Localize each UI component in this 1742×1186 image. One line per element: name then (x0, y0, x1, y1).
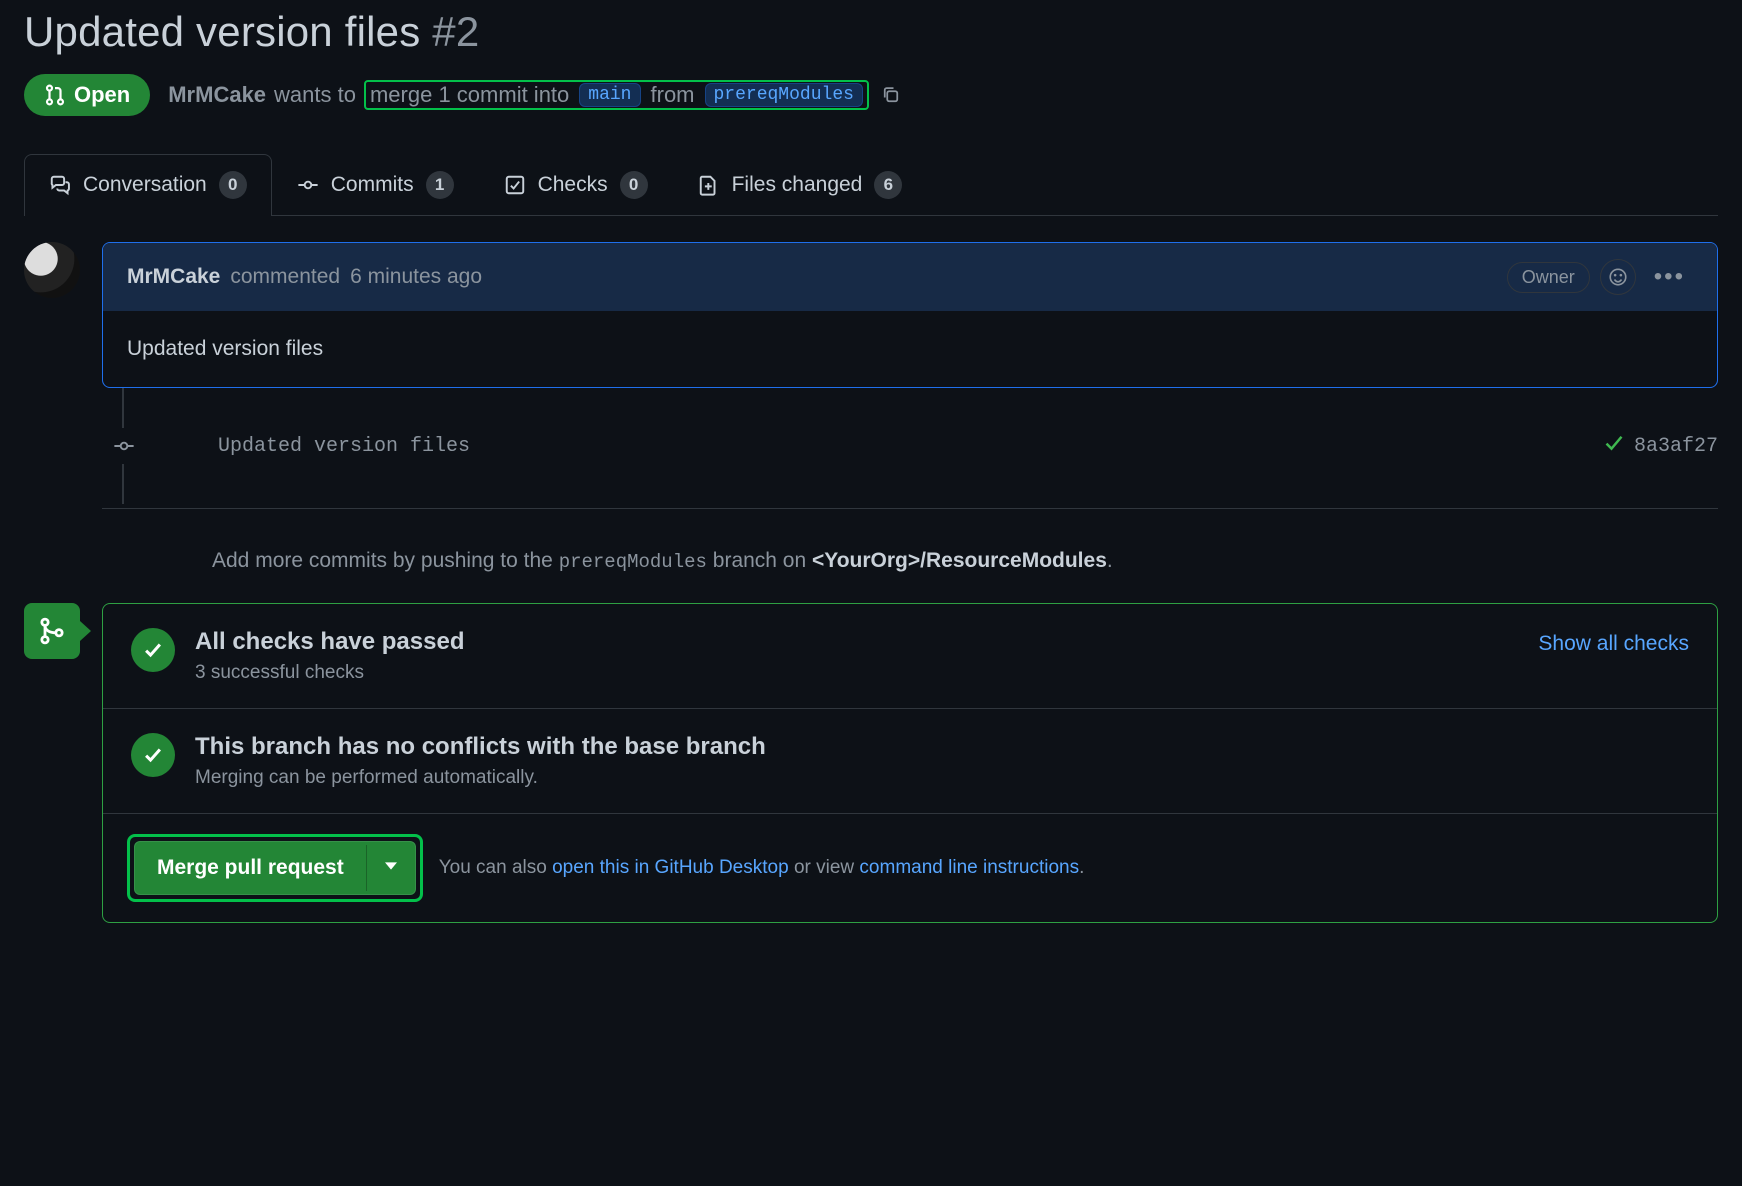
merge-pull-request-button[interactable]: Merge pull request (134, 841, 416, 895)
merge-box: All checks have passed 3 successful chec… (102, 603, 1718, 923)
commit-message[interactable]: Updated version files (162, 435, 1584, 458)
merge-footer: Merge pull request You can also open thi… (103, 813, 1717, 922)
merge-summary-merge-text: merge 1 commit into (370, 82, 569, 108)
commit-meta: 8a3af27 (1604, 433, 1718, 460)
comment-verb: commented (230, 265, 340, 289)
merge-conflicts-section: This branch has no conflicts with the ba… (103, 708, 1717, 813)
merge-conflicts-subtitle: Merging can be performed automatically. (195, 767, 1689, 789)
thread: MrMCake commented 6 minutes ago Owner ••… (24, 242, 1718, 603)
merge-checks-text: All checks have passed 3 successful chec… (195, 628, 1518, 684)
tab-checks-label: Checks (538, 173, 608, 197)
tab-files-count: 6 (874, 171, 902, 199)
push-hint-branch: prereqModules (559, 551, 707, 573)
git-merge-icon (38, 617, 66, 645)
tab-commits-count: 1 (426, 171, 454, 199)
head-branch-pill[interactable]: prereqModules (705, 83, 863, 107)
commit-sha[interactable]: 8a3af27 (1634, 435, 1718, 458)
conversation-icon (49, 174, 71, 196)
check-pass-icon (131, 628, 175, 672)
merge-button-label: Merge pull request (135, 842, 366, 894)
push-hint-prefix: Add more commits by pushing to the (212, 549, 553, 572)
merge-checks-subtitle: 3 successful checks (195, 662, 1518, 684)
hint-suffix: . (1079, 857, 1084, 878)
comment-box: MrMCake commented 6 minutes ago Owner ••… (102, 242, 1718, 388)
tab-files-changed[interactable]: Files changed 6 (673, 154, 928, 215)
comment-author[interactable]: MrMCake (127, 265, 220, 289)
merge-summary-highlight: merge 1 commit into main from prereqModu… (364, 80, 869, 110)
merge-status-icon-box (24, 603, 80, 659)
tab-conversation[interactable]: Conversation 0 (24, 154, 272, 215)
pull-request-icon (44, 84, 66, 106)
open-in-desktop-link[interactable]: open this in GitHub Desktop (552, 857, 789, 878)
pr-title: Updated version files #2 (24, 8, 1718, 56)
merge-summary-from: from (651, 82, 695, 108)
merge-row: All checks have passed 3 successful chec… (24, 603, 1718, 923)
hint-mid: or view (789, 857, 860, 878)
merge-button-highlight: Merge pull request (127, 834, 423, 902)
tab-checks[interactable]: Checks 0 (479, 154, 673, 215)
push-hint-suffix: . (1107, 549, 1113, 572)
merge-summary-wants: wants to (274, 82, 356, 108)
smiley-icon (1608, 267, 1628, 287)
tab-commits[interactable]: Commits 1 (272, 154, 479, 215)
timeline-separator (102, 508, 1718, 509)
files-changed-icon (698, 174, 720, 196)
merge-conflicts-title: This branch has no conflicts with the ba… (195, 733, 1689, 761)
tab-conversation-label: Conversation (83, 173, 207, 197)
checks-icon (504, 174, 526, 196)
pr-state-label: Open (74, 82, 130, 108)
merge-button-dropdown[interactable] (366, 845, 415, 891)
merge-conflicts-text: This branch has no conflicts with the ba… (195, 733, 1689, 789)
timeline-commit-item: Updated version files 8a3af27 (106, 388, 1718, 504)
commit-status-icon[interactable] (1604, 433, 1624, 460)
pr-author-link[interactable]: MrMCake (168, 82, 266, 108)
add-reaction-button[interactable] (1600, 259, 1636, 295)
pr-tabs: Conversation 0 Commits 1 Checks 0 Files … (24, 154, 1718, 216)
comment-time[interactable]: 6 minutes ago (350, 265, 482, 289)
base-branch-pill[interactable]: main (579, 83, 640, 107)
show-all-checks-link[interactable]: Show all checks (1538, 632, 1689, 656)
push-hint: Add more commits by pushing to the prere… (212, 549, 1718, 573)
merge-footer-hint: You can also open this in GitHub Desktop… (439, 857, 1085, 879)
caret-down-icon (385, 860, 397, 872)
comment-header: MrMCake commented 6 minutes ago Owner ••… (103, 243, 1717, 311)
avatar[interactable] (24, 242, 80, 298)
tab-commits-label: Commits (331, 173, 414, 197)
timeline-commits: Updated version files 8a3af27 (106, 388, 1718, 504)
merge-checks-section: All checks have passed 3 successful chec… (103, 604, 1717, 708)
tab-conversation-count: 0 (219, 171, 247, 199)
commit-node-icon (106, 428, 142, 464)
pr-title-row: Updated version files #2 (24, 8, 1718, 56)
timeline: MrMCake commented 6 minutes ago Owner ••… (102, 242, 1718, 603)
tab-files-label: Files changed (732, 173, 863, 197)
comment-body: Updated version files (103, 311, 1717, 387)
copy-branch-icon[interactable] (877, 81, 905, 109)
owner-badge: Owner (1507, 262, 1590, 293)
push-hint-repo: <YourOrg>/ResourceModules (812, 549, 1107, 572)
merge-checks-title: All checks have passed (195, 628, 1518, 656)
pr-number: #2 (432, 8, 479, 55)
push-hint-mid: branch on (713, 549, 806, 572)
no-conflicts-icon (131, 733, 175, 777)
comment-menu-button[interactable]: ••• (1646, 263, 1693, 291)
cli-instructions-link[interactable]: command line instructions (859, 857, 1079, 878)
pr-state-line: Open MrMCake wants to merge 1 commit int… (24, 74, 1718, 116)
pr-state-badge: Open (24, 74, 150, 116)
pr-title-text: Updated version files (24, 8, 420, 55)
hint-prefix: You can also (439, 857, 552, 878)
tab-checks-count: 0 (620, 171, 648, 199)
commits-icon (297, 174, 319, 196)
merge-summary: MrMCake wants to merge 1 commit into mai… (168, 80, 905, 110)
